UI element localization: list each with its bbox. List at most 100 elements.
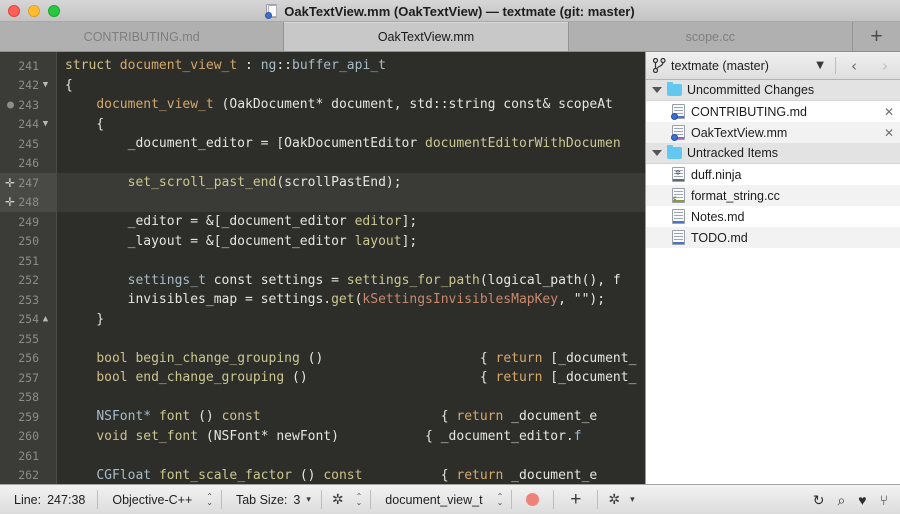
fold-marker-icon[interactable]: ▼ bbox=[39, 120, 52, 129]
code-line[interactable]: invisibles_map = settings.get(kSettingsI… bbox=[65, 290, 645, 310]
code-editor[interactable]: 241242▼243244▼245246✛247✛248249250251252… bbox=[0, 52, 645, 484]
file-group-header[interactable]: Uncommitted Changes bbox=[646, 80, 900, 101]
gutter-line[interactable]: 246 bbox=[0, 154, 56, 174]
stepper-icon[interactable]: ⌃⌄ bbox=[198, 494, 221, 506]
add-bookmark-button[interactable]: + bbox=[554, 490, 597, 509]
bundles-menu-button[interactable]: ✲ ▾ bbox=[598, 485, 644, 514]
code-line[interactable]: struct document_view_t : ng::buffer_api_… bbox=[65, 56, 645, 76]
file-list-item[interactable]: cformat_string.cc bbox=[646, 185, 900, 206]
gutter-line[interactable]: 262 bbox=[0, 466, 56, 485]
gutter-line[interactable]: 260 bbox=[0, 427, 56, 447]
disclosure-triangle-icon[interactable] bbox=[652, 87, 662, 93]
new-tab-button[interactable]: + bbox=[853, 22, 900, 51]
gear-icon[interactable]: ✲ bbox=[322, 491, 348, 508]
gutter-line[interactable]: 243 bbox=[0, 95, 56, 115]
close-button[interactable] bbox=[8, 5, 20, 17]
editor-gutter[interactable]: 241242▼243244▼245246✛247✛248249250251252… bbox=[0, 52, 57, 484]
file-name-label: OakTextView.mm bbox=[691, 126, 872, 140]
file-list-item[interactable]: CONTRIBUTING.md✕ bbox=[646, 101, 900, 122]
code-line[interactable]: } bbox=[65, 310, 645, 330]
code-line[interactable]: CGFloat font_scale_factor () const { ret… bbox=[65, 466, 645, 485]
favorites-heart-icon[interactable]: ♥ bbox=[858, 493, 866, 507]
gutter-line[interactable]: 244▼ bbox=[0, 115, 56, 135]
code-line[interactable] bbox=[65, 446, 645, 466]
search-icon[interactable]: ⌕ bbox=[837, 493, 845, 507]
gutter-line[interactable]: 251 bbox=[0, 251, 56, 271]
line-indicator[interactable]: Line: 247:38 bbox=[0, 485, 97, 514]
nav-back-button[interactable]: ‹ bbox=[841, 57, 867, 75]
stepper-icon[interactable]: ⌃⌄ bbox=[489, 494, 512, 506]
code-line[interactable] bbox=[65, 154, 645, 174]
gutter-line[interactable]: 259 bbox=[0, 407, 56, 427]
code-token: (NSFont* newFont) { _document_editor. bbox=[198, 429, 574, 444]
code-line[interactable]: bool end_change_grouping () { return [_d… bbox=[65, 368, 645, 388]
code-line[interactable]: settings_t const settings = settings_for… bbox=[65, 271, 645, 291]
chevron-down-icon[interactable]: ▼ bbox=[814, 60, 830, 71]
code-line[interactable] bbox=[65, 329, 645, 349]
code-line[interactable]: _editor = &[_document_editor editor]; bbox=[65, 212, 645, 232]
minimize-button[interactable] bbox=[28, 5, 40, 17]
code-token: f bbox=[574, 429, 582, 444]
gutter-line[interactable]: ✛248 bbox=[0, 193, 56, 213]
code-line[interactable]: document_view_t (OakDocument* document, … bbox=[65, 95, 645, 115]
file-list-item[interactable]: ✲duff.ninja bbox=[646, 164, 900, 185]
gutter-line[interactable]: 241 bbox=[0, 56, 56, 76]
stepper-icon[interactable]: ⌃⌄ bbox=[348, 494, 371, 506]
gutter-line[interactable]: 255 bbox=[0, 329, 56, 349]
code-line[interactable]: void set_font (NSFont* newFont) { _docum… bbox=[65, 427, 645, 447]
tab-size-selector[interactable]: Tab Size: 3 ▾ bbox=[222, 485, 321, 514]
gutter-line[interactable]: 261 bbox=[0, 446, 56, 466]
nav-forward-button[interactable]: › bbox=[872, 57, 898, 75]
gutter-line[interactable]: 254▲ bbox=[0, 310, 56, 330]
chevron-down-icon[interactable]: ▾ bbox=[624, 495, 645, 505]
bookmark-dot-icon[interactable] bbox=[7, 101, 14, 108]
file-list-item[interactable]: Notes.md bbox=[646, 206, 900, 227]
gutter-line[interactable]: 258 bbox=[0, 388, 56, 408]
code-line[interactable] bbox=[65, 251, 645, 271]
gutter-line[interactable]: 252 bbox=[0, 271, 56, 291]
symbol-selector[interactable]: document_view_t ⌃⌄ bbox=[371, 485, 511, 514]
git-branch-icon[interactable]: ⑂ bbox=[880, 493, 888, 507]
code-line[interactable] bbox=[57, 193, 645, 213]
code-token: ]; bbox=[402, 234, 418, 249]
line-number: 261 bbox=[13, 449, 39, 463]
code-line[interactable]: NSFont* font () const { return _document… bbox=[65, 407, 645, 427]
code-line[interactable]: { bbox=[65, 76, 645, 96]
code-line[interactable]: _document_editor = [OakDocumentEditor do… bbox=[65, 134, 645, 154]
tab-settings-button[interactable]: ✲ ⌃⌄ bbox=[322, 485, 370, 514]
file-group-header[interactable]: Untracked Items bbox=[646, 143, 900, 164]
fold-marker-icon[interactable]: ▼ bbox=[39, 81, 52, 90]
tab-scope-cc[interactable]: scope.cc bbox=[569, 22, 853, 51]
disclosure-triangle-icon[interactable] bbox=[652, 150, 662, 156]
gutter-line[interactable]: 249 bbox=[0, 212, 56, 232]
gutter-line[interactable]: 242▼ bbox=[0, 76, 56, 96]
refresh-icon[interactable]: ↻ bbox=[813, 493, 825, 507]
editor-code-area[interactable]: struct document_view_t : ng::buffer_api_… bbox=[57, 52, 645, 484]
fold-marker-icon[interactable]: ▲ bbox=[39, 315, 52, 324]
gutter-line[interactable]: 257 bbox=[0, 368, 56, 388]
file-list-item[interactable]: OakTextView.mm ✕ bbox=[646, 122, 900, 143]
gutter-line[interactable]: 256 bbox=[0, 349, 56, 369]
tab-oaktextview-mm[interactable]: OakTextView.mm bbox=[284, 22, 568, 51]
code-line[interactable]: set_scroll_past_end(scrollPastEnd); bbox=[57, 173, 645, 193]
chevron-down-icon[interactable]: ▾ bbox=[300, 495, 321, 505]
language-selector[interactable]: Objective-C++ ⌃⌄ bbox=[98, 485, 221, 514]
code-token: () bbox=[292, 468, 323, 483]
code-line[interactable]: { bbox=[65, 115, 645, 135]
code-token: const settings = bbox=[206, 273, 347, 288]
tab-contributing-md[interactable]: CONTRIBUTING.md bbox=[0, 22, 284, 51]
code-line[interactable]: bool begin_change_grouping () { return [… bbox=[65, 349, 645, 369]
record-dot-icon[interactable] bbox=[526, 493, 539, 506]
close-icon[interactable]: ✕ bbox=[878, 105, 900, 119]
close-icon[interactable]: ✕ bbox=[878, 126, 900, 140]
code-line[interactable]: _layout = &[_document_editor layout]; bbox=[65, 232, 645, 252]
gutter-line[interactable]: 253 bbox=[0, 290, 56, 310]
zoom-button[interactable] bbox=[48, 5, 60, 17]
gear-icon[interactable]: ✲ bbox=[598, 491, 624, 508]
gutter-line[interactable]: ✛247 bbox=[0, 173, 56, 193]
gutter-line[interactable]: 250 bbox=[0, 232, 56, 252]
gutter-line[interactable]: 245 bbox=[0, 134, 56, 154]
code-line[interactable] bbox=[65, 388, 645, 408]
file-list-item[interactable]: TODO.md bbox=[646, 227, 900, 248]
line-number: 260 bbox=[13, 429, 39, 443]
